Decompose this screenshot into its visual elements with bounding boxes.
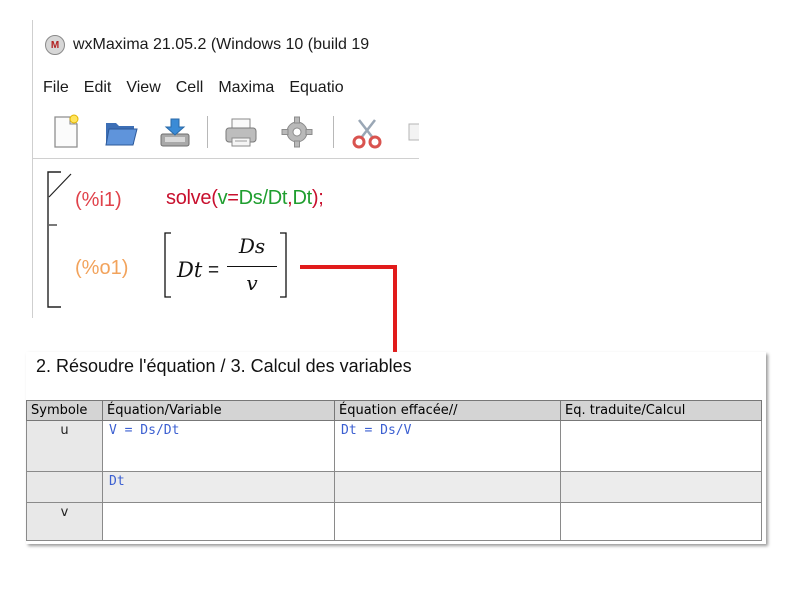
menu-equations[interactable]: Equatio bbox=[281, 79, 350, 97]
lhs-variable: v bbox=[217, 187, 228, 209]
cell-bracket[interactable] bbox=[47, 171, 77, 311]
cell-translated[interactable] bbox=[560, 502, 762, 541]
input-command[interactable]: solve(v=Ds/Dt,Dt); bbox=[166, 187, 324, 210]
menu-cell[interactable]: Cell bbox=[168, 79, 211, 97]
menu-edit[interactable]: Edit bbox=[76, 79, 119, 97]
menu-bar: File Edit View Cell Maxima Equatio bbox=[33, 74, 419, 102]
cell-equation[interactable]: Dt bbox=[102, 471, 335, 503]
column-header-equation: Équation/Variable bbox=[102, 400, 335, 421]
cell-equation[interactable] bbox=[102, 502, 335, 541]
variables-table: Symbole Équation/Variable Équation effac… bbox=[26, 400, 762, 541]
menu-maxima[interactable]: Maxima bbox=[210, 79, 281, 97]
title-bar: M wxMaxima 21.05.2 (Windows 10 (build 19 bbox=[33, 20, 419, 70]
new-document-icon[interactable] bbox=[47, 114, 83, 150]
cell-erased[interactable]: Dt = Ds/V bbox=[334, 420, 561, 472]
table-row: Dt bbox=[26, 471, 762, 503]
closing-punctuation: ); bbox=[311, 187, 324, 209]
function-name: solve( bbox=[166, 187, 218, 209]
toolbar-separator bbox=[333, 116, 334, 148]
input-label: (%i1) bbox=[75, 189, 122, 211]
print-icon[interactable] bbox=[223, 114, 259, 150]
cell-symbol[interactable]: u bbox=[26, 420, 103, 472]
output-label: (%o1) bbox=[75, 257, 129, 279]
rhs-expression: Ds/Dt bbox=[238, 187, 288, 209]
table-row: u V = Ds/Dt Dt = Ds/V bbox=[26, 420, 762, 472]
result-denominator: v bbox=[246, 271, 258, 295]
open-folder-icon[interactable] bbox=[103, 114, 139, 150]
cut-scissors-icon[interactable] bbox=[349, 114, 385, 150]
result-equals: = bbox=[208, 260, 220, 281]
cell-erased[interactable] bbox=[334, 502, 561, 541]
wxmaxima-window: M wxMaxima 21.05.2 (Windows 10 (build 19… bbox=[32, 20, 419, 318]
column-header-translated: Eq. traduite/Calcul bbox=[560, 400, 762, 421]
column-header-erased: Équation effacée// bbox=[334, 400, 561, 421]
toolbar-overflow-icon[interactable] bbox=[405, 114, 419, 150]
cell-symbol[interactable] bbox=[26, 471, 103, 503]
menu-file[interactable]: File bbox=[33, 79, 76, 97]
cell-translated[interactable] bbox=[560, 420, 762, 472]
save-icon[interactable] bbox=[157, 114, 193, 150]
table-header-row: Symbole Équation/Variable Équation effac… bbox=[26, 400, 762, 421]
cell-equation[interactable]: V = Ds/Dt bbox=[102, 420, 335, 472]
cell-symbol[interactable]: v bbox=[26, 502, 103, 541]
solve-for-variable: Dt bbox=[292, 187, 312, 209]
settings-gear-icon[interactable] bbox=[279, 114, 315, 150]
variables-table-panel: 2. Résoudre l'équation / 3. Calcul des v… bbox=[26, 352, 766, 544]
menu-view[interactable]: View bbox=[118, 79, 167, 97]
window-title: wxMaxima 21.05.2 (Windows 10 (build 19 bbox=[73, 36, 370, 53]
cell-translated[interactable] bbox=[560, 471, 762, 503]
panel-title: 2. Résoudre l'équation / 3. Calcul des v… bbox=[36, 356, 412, 376]
fraction-bar bbox=[227, 266, 277, 267]
equals-sign: = bbox=[227, 187, 239, 209]
cell-erased[interactable] bbox=[334, 471, 561, 503]
output-result: Dt = Ds v bbox=[163, 231, 288, 301]
result-numerator: Ds bbox=[238, 234, 266, 258]
column-header-symbol: Symbole bbox=[26, 400, 103, 421]
toolbar-separator bbox=[207, 116, 208, 148]
worksheet[interactable]: (%i1) solve(v=Ds/Dt,Dt); (%o1) Dt = Ds v bbox=[33, 159, 419, 318]
result-lhs: Dt bbox=[177, 258, 203, 282]
wxmaxima-app-icon: M bbox=[45, 35, 65, 55]
toolbar bbox=[33, 106, 419, 159]
table-row: v bbox=[26, 502, 762, 541]
